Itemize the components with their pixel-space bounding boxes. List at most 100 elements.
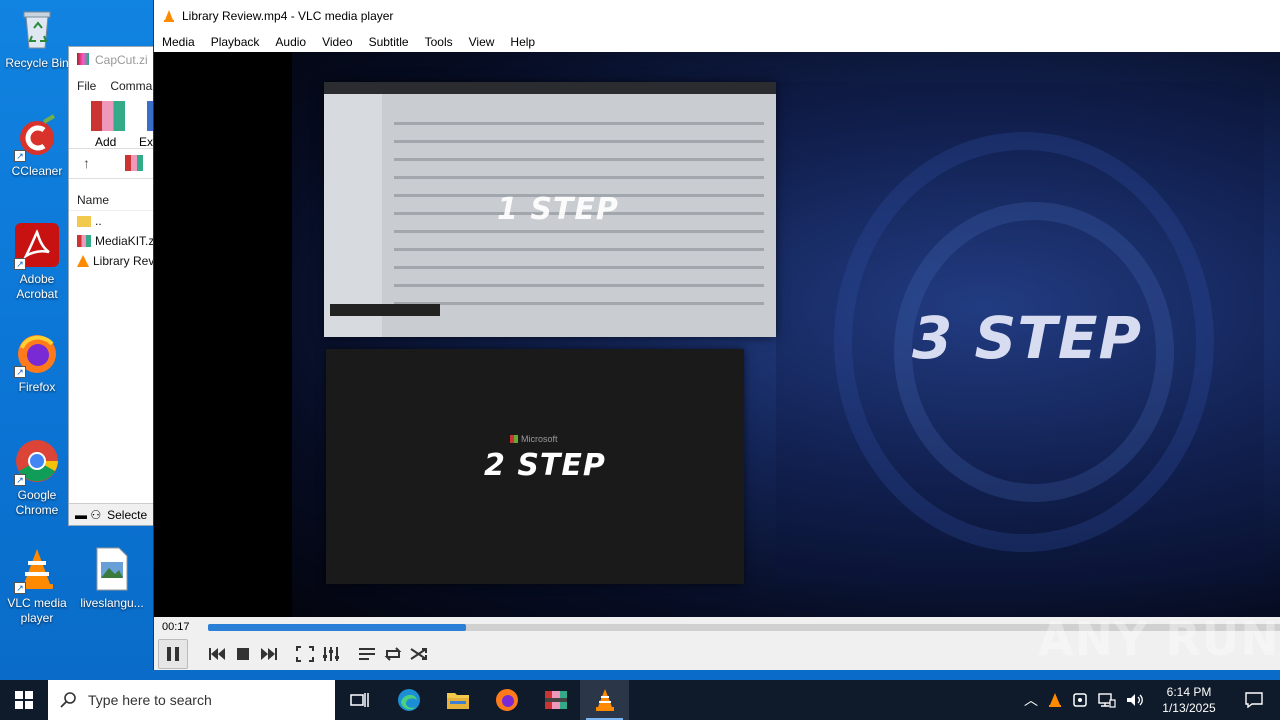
shortcut-arrow-icon: ↗ (14, 474, 26, 486)
up-arrow-icon[interactable]: ↑ (83, 155, 90, 171)
list-item-label: MediaKIT.zi (95, 234, 158, 248)
microsoft-logo: Microsoft (510, 434, 558, 444)
vlc-file-icon (77, 255, 89, 267)
volume-icon[interactable] (1126, 692, 1144, 708)
taskbar-winrar[interactable] (531, 680, 580, 720)
next-icon (261, 647, 277, 660)
menu-audio[interactable]: Audio (275, 35, 314, 49)
step-1-caption: 1 STEP (497, 192, 619, 227)
status-text: Selecte (107, 508, 148, 522)
microsoft-logo-text: Microsoft (521, 434, 558, 444)
tooltip-bar (330, 304, 440, 316)
desktop-icon-label: liveslangu... (80, 596, 144, 610)
pause-icon (167, 646, 179, 661)
stop-icon (237, 647, 249, 660)
fullscreen-button[interactable] (292, 641, 318, 667)
shortcut-arrow-icon: ↗ (14, 366, 26, 378)
desktop-icon-recycle-bin[interactable]: Recycle Bin (0, 6, 74, 71)
browser-tabstrip (324, 82, 776, 94)
desktop-icon-label: Google Chrome (15, 488, 59, 517)
previous-button[interactable] (204, 641, 230, 667)
loop-button[interactable] (380, 641, 406, 667)
notifications-button[interactable] (1234, 692, 1274, 708)
mail-sidebar (324, 94, 382, 337)
desktop-icon-label: Firefox (18, 380, 56, 394)
winrar-menu-file[interactable]: File (77, 79, 96, 93)
previous-icon (209, 647, 225, 660)
task-view-button[interactable] (335, 680, 384, 720)
playlist-button[interactable] (354, 641, 380, 667)
seek-progress (208, 624, 466, 631)
desktop-icon-liveslangu[interactable]: liveslangu... (75, 546, 149, 611)
drive-icon: ▬ ⚇ (75, 508, 102, 522)
file-explorer-icon (446, 693, 469, 709)
menu-video[interactable]: Video (322, 35, 360, 49)
taskbar-search-box[interactable]: Type here to search (48, 680, 335, 720)
menu-view[interactable]: View (469, 35, 503, 49)
desktop-icon-ccleaner[interactable]: ↗ CCleaner (0, 114, 74, 179)
menu-media[interactable]: Media (162, 35, 203, 49)
microsoft-logo-icon (510, 435, 518, 443)
taskbar-clock[interactable]: 6:14 PM 1/13/2025 (1154, 684, 1224, 716)
start-button[interactable] (0, 680, 48, 720)
acrobat-icon: ↗ (14, 222, 60, 270)
desktop-icon-label: CCleaner (11, 164, 63, 178)
firefox-icon: ↗ (14, 330, 60, 378)
extract-button[interactable]: Ex (139, 135, 153, 149)
pause-button[interactable] (158, 638, 188, 669)
anyrun-watermark: ANY RUN (1038, 612, 1280, 666)
task-view-icon (349, 693, 369, 707)
vlc-titlebar[interactable]: Library Review.mp4 - VLC media player (154, 0, 1280, 31)
menu-subtitle[interactable]: Subtitle (369, 35, 417, 49)
add-archive-icon (91, 101, 125, 131)
archive-path-icon (125, 155, 143, 171)
taskbar-file-explorer[interactable] (433, 680, 482, 720)
desktop-icon-label: Recycle Bin (5, 56, 69, 70)
network-icon[interactable] (1098, 692, 1116, 708)
system-tray: ︿ 6:14 PM 1/13/2025 (1024, 680, 1280, 720)
desktop-icon-google-chrome[interactable]: ↗ Google Chrome (0, 438, 74, 518)
menu-help[interactable]: Help (510, 35, 543, 49)
step-2-caption: 2 STEP (484, 448, 606, 483)
step-3-caption: 3 STEP (912, 304, 1143, 372)
clock-date: 1/13/2025 (1162, 701, 1216, 715)
desktop-icon-vlc[interactable]: ↗ VLC media player (0, 546, 74, 626)
folder-icon (77, 215, 91, 227)
menu-tools[interactable]: Tools (425, 35, 461, 49)
desktop-icon-firefox[interactable]: ↗ Firefox (0, 330, 74, 395)
firefox-icon (495, 689, 518, 711)
vlc-tray-icon[interactable] (1048, 692, 1062, 708)
recycle-bin-icon (14, 6, 60, 52)
taskbar-edge[interactable] (384, 680, 433, 720)
vlc-window[interactable]: Library Review.mp4 - VLC media player Me… (153, 0, 1280, 670)
desktop-icon-label: Adobe Acrobat (16, 272, 58, 301)
search-icon (60, 692, 76, 708)
image-file-icon (89, 546, 135, 592)
video-area[interactable]: Microsoft 1 STEP 2 STEP 3 STEP (154, 52, 1280, 617)
winrar-menu-commands[interactable]: Comma (110, 79, 152, 93)
window-title: Library Review.mp4 - VLC media player (182, 8, 394, 23)
desktop: Recycle Bin ↗ CCleaner ↗ Adobe Acrobat ↗… (0, 0, 1280, 680)
desktop-icon-label: VLC media player (7, 596, 67, 625)
vlc-menubar: Media Playback Audio Video Subtitle Tool… (154, 31, 1280, 52)
stop-button[interactable] (230, 641, 256, 667)
taskbar-vlc[interactable] (580, 680, 629, 720)
fullscreen-icon (296, 645, 314, 662)
chrome-icon: ↗ (14, 438, 60, 486)
vlc-app-icon (164, 9, 174, 22)
menu-playback[interactable]: Playback (211, 35, 268, 49)
tray-app-icon[interactable] (1072, 692, 1088, 708)
search-placeholder: Type here to search (88, 692, 212, 708)
extended-settings-button[interactable] (318, 641, 344, 667)
desktop-icon-adobe-acrobat[interactable]: ↗ Adobe Acrobat (0, 222, 74, 302)
shortcut-arrow-icon: ↗ (14, 258, 26, 270)
clock-time: 6:14 PM (1166, 685, 1212, 699)
taskbar-firefox[interactable] (482, 680, 531, 720)
list-item-label: Library Revi (93, 254, 158, 268)
add-button[interactable]: Add (95, 135, 116, 149)
ccleaner-icon: ↗ (14, 114, 60, 162)
shuffle-button[interactable] (406, 641, 432, 667)
show-hidden-icons-chevron-icon[interactable]: ︿ (1024, 690, 1038, 710)
next-button[interactable] (256, 641, 282, 667)
edge-icon (397, 689, 420, 711)
